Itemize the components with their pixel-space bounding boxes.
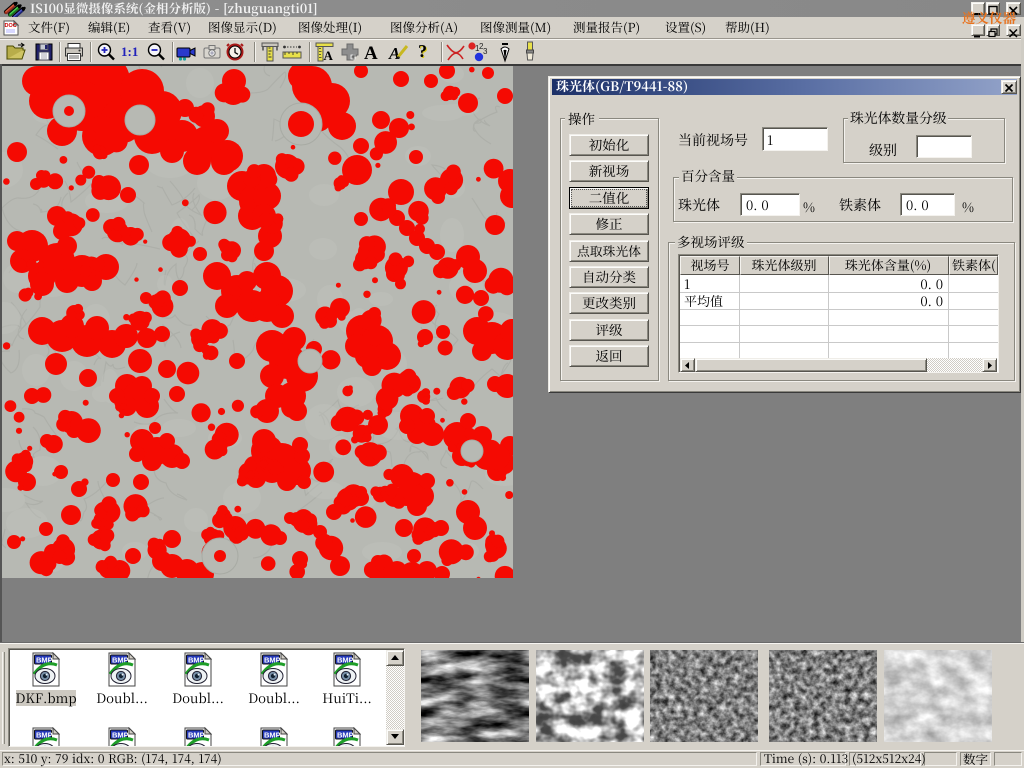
- svg-text:A: A: [364, 43, 378, 63]
- svg-text:A: A: [324, 48, 334, 63]
- svg-text:A: A: [388, 44, 400, 63]
- svg-text:1:1: 1:1: [121, 44, 138, 59]
- svg-text:DOC: DOC: [5, 23, 17, 29]
- svg-text:3: 3: [483, 47, 488, 56]
- svg-text:?: ?: [418, 41, 427, 61]
